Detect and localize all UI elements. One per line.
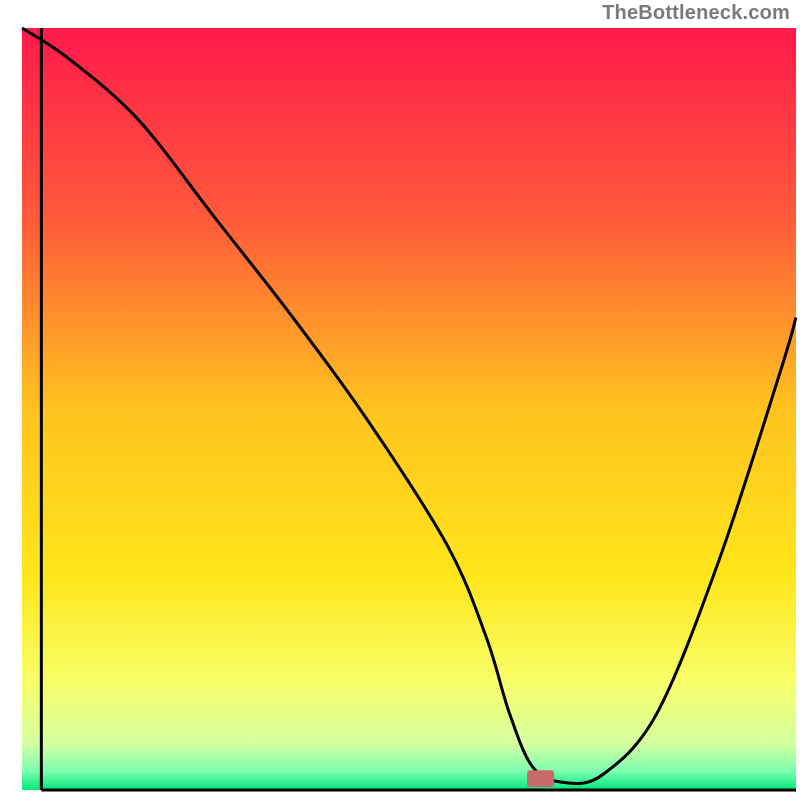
chart-frame: TheBottleneck.com (0, 0, 800, 800)
optimal-marker (527, 770, 554, 787)
plot-background (22, 28, 796, 790)
bottleneck-chart (0, 0, 800, 800)
watermark-text: TheBottleneck.com (602, 2, 790, 25)
